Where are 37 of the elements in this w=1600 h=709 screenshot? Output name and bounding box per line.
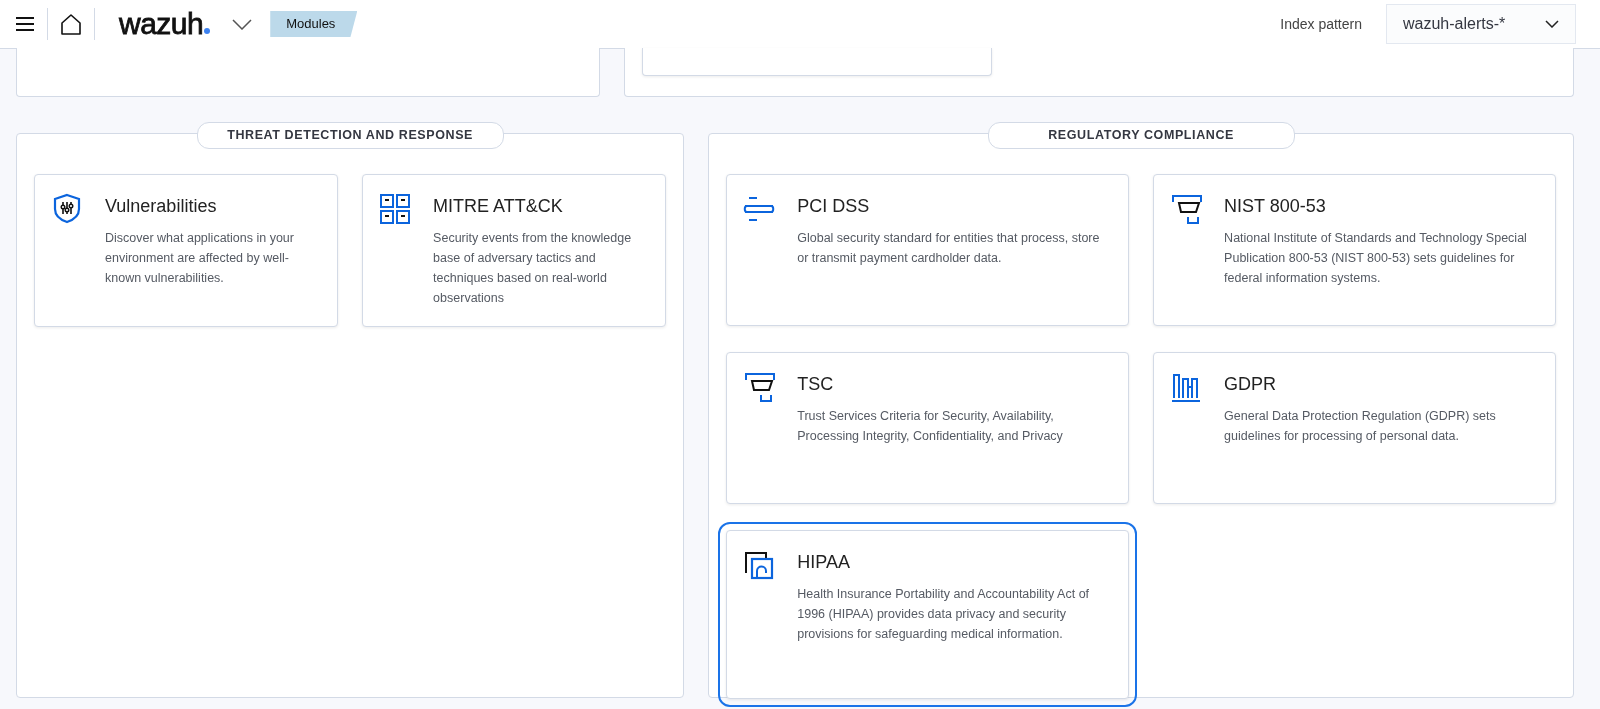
card-title: MITRE ATT&CK bbox=[433, 195, 564, 218]
bracket-icon bbox=[1170, 193, 1203, 225]
card-title: GDPR bbox=[1224, 373, 1278, 396]
card-title: TSC bbox=[797, 373, 835, 396]
logo-dot-icon bbox=[204, 28, 211, 34]
index-pattern-select[interactable]: wazuh-alerts-* bbox=[1386, 4, 1576, 44]
section-title: REGULATORY COMPLIANCE bbox=[987, 122, 1295, 149]
module-card[interactable]: MITRE ATT&CK Security events from the knowledge base of adversary tactics and techniques based on real-world observations bbox=[362, 174, 667, 327]
logo-text: wazuh bbox=[119, 9, 204, 39]
card-description: Security events from the knowledge base of adversary tactics and techniques based on real-world observations bbox=[433, 230, 633, 307]
card-description: General Data Protection Regulation (GDPR) sets guidelines for processing of personal data. bbox=[1224, 408, 1497, 445]
chevron-down-icon bbox=[1545, 20, 1559, 28]
card-description: Health Insurance Portability and Accountability Act of 1996 (HIPAA) provides data privacy and security provisions for safeguarding medical information. bbox=[797, 586, 1091, 643]
breadcrumb[interactable]: Modules bbox=[270, 10, 358, 38]
card-title: NIST 800-53 bbox=[1224, 195, 1327, 218]
card-title: PCI DSS bbox=[797, 195, 871, 218]
card-description: Global security standard for entities that process, store or transmit payment cardholder data. bbox=[797, 230, 1101, 267]
columns-icon bbox=[1170, 371, 1203, 403]
module-card[interactable]: PCI DSS Global security standard for entities that process, store or transmit payment cardholder data. bbox=[726, 174, 1130, 326]
bracket-icon bbox=[743, 371, 776, 403]
module-card[interactable]: NIST 800-53 National Institute of Standards and Technology Special Publication 800-53 (NIST 800-53) sets guidelines for federal information systems. bbox=[1153, 174, 1556, 326]
grid-icon bbox=[379, 193, 412, 225]
card-description: Trust Services Criteria for Security, Availability, Processing Integrity, Confidentiality, and Privacy bbox=[797, 408, 1064, 445]
index-pattern-label: Index pattern bbox=[1280, 14, 1362, 34]
card-title: Vulnerabilities bbox=[105, 195, 218, 218]
menu-icon[interactable] bbox=[16, 17, 34, 31]
module-card[interactable]: TSC Trust Services Criteria for Security, Availability, Processing Integrity, Confidentiality, and Privacy bbox=[726, 352, 1130, 504]
chevron-down-icon[interactable] bbox=[232, 18, 253, 30]
frames-icon bbox=[743, 549, 776, 581]
section-title: THREAT DETECTION AND RESPONSE bbox=[196, 122, 504, 149]
home-icon[interactable] bbox=[60, 13, 82, 35]
module-card[interactable]: Vulnerabilities Discover what applications in your environment are affected by well-known vulnerabilities. bbox=[34, 174, 339, 327]
shield-icon bbox=[51, 193, 83, 225]
card-description: National Institute of Standards and Technology Special Publication 800-53 (NIST 800-53) sets guidelines for federal information systems. bbox=[1224, 230, 1528, 287]
module-card[interactable]: GDPR General Data Protection Regulation (GDPR) sets guidelines for processing of personal data. bbox=[1153, 352, 1556, 504]
card-description: Discover what applications in your environment are affected by well-known vulnerabilities. bbox=[105, 230, 295, 287]
card-title: HIPAA bbox=[797, 551, 851, 574]
